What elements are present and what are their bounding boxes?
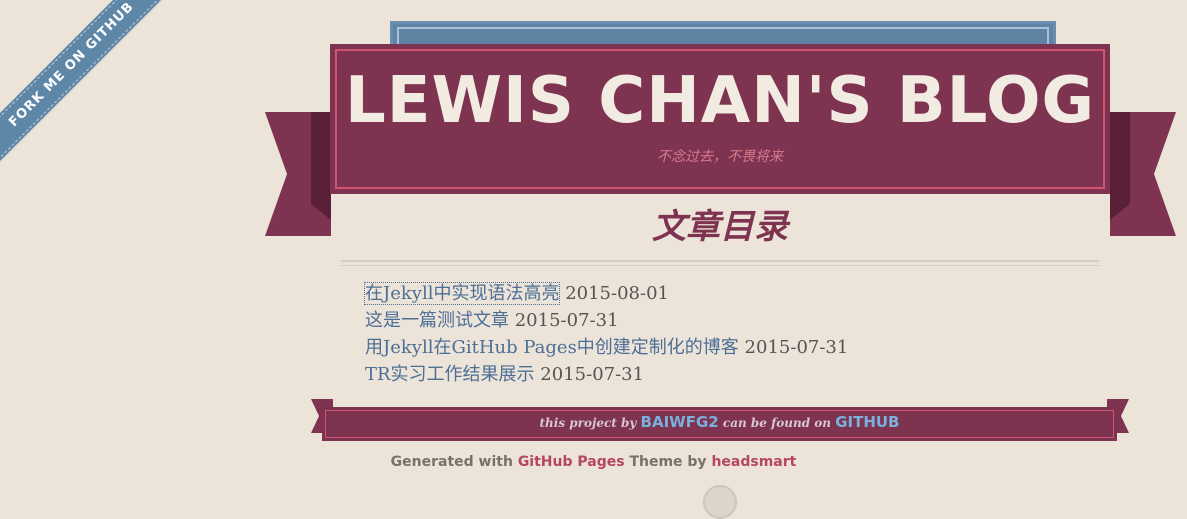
fork-me-on-github-link[interactable]: FORK ME ON GITHUB: [0, 0, 170, 168]
post-list-item: TR实习工作结果展示 2015-07-31: [365, 361, 848, 388]
site-title[interactable]: LEWIS CHAN'S BLOG: [330, 56, 1110, 146]
site-subtitle: 不念过去，不畏将来: [657, 149, 783, 165]
post-date: 2015-08-01: [565, 283, 669, 304]
post-date: 2015-07-31: [744, 337, 849, 358]
github-link[interactable]: GITHUB: [835, 413, 899, 431]
footer-project-line: this project by BAIWFG2 can be found on …: [322, 412, 1117, 434]
heading-divider: [341, 260, 1099, 266]
author-link[interactable]: BAIWFG2: [641, 413, 719, 431]
header-banner: LEWIS CHAN'S BLOG 不念过去，不畏将来: [330, 44, 1110, 194]
post-list: 在Jekyll中实现语法高亮 2015-08-01 这是一篇测试文章 2015-…: [363, 280, 848, 388]
theme-prefix: Theme by: [629, 454, 707, 470]
post-date: 2015-07-31: [540, 364, 645, 385]
footer-project-text-1: this project by: [539, 416, 637, 430]
theme-author-link[interactable]: headsmart: [711, 454, 796, 470]
post-list-item: 这是一篇测试文章 2015-07-31: [365, 307, 848, 334]
generated-prefix: Generated with: [390, 454, 513, 470]
fork-ribbon-container: FORK ME ON GITHUB: [0, 0, 170, 170]
page-heading: 文章目录: [652, 207, 788, 247]
footer-banner: this project by BAIWFG2 can be found on …: [322, 407, 1117, 441]
header-ribbon-right-fold: [1110, 112, 1130, 220]
octocat-icon[interactable]: [703, 485, 737, 519]
post-link[interactable]: TR实习工作结果展示: [365, 364, 535, 385]
post-link[interactable]: 这是一篇测试文章: [365, 310, 509, 331]
github-pages-link[interactable]: GitHub Pages: [518, 454, 625, 470]
generated-line: Generated with GitHub Pages Theme by hea…: [0, 452, 1187, 472]
post-list-item: 用Jekyll在GitHub Pages中创建定制化的博客 2015-07-31: [365, 334, 848, 361]
post-link[interactable]: 用Jekyll在GitHub Pages中创建定制化的博客: [365, 337, 739, 358]
post-link[interactable]: 在Jekyll中实现语法高亮: [363, 282, 561, 305]
post-list-item: 在Jekyll中实现语法高亮 2015-08-01: [363, 280, 848, 307]
header-ribbon-left-fold: [311, 112, 331, 220]
post-date: 2015-07-31: [514, 310, 619, 331]
footer-project-text-2: can be found on: [722, 416, 831, 430]
